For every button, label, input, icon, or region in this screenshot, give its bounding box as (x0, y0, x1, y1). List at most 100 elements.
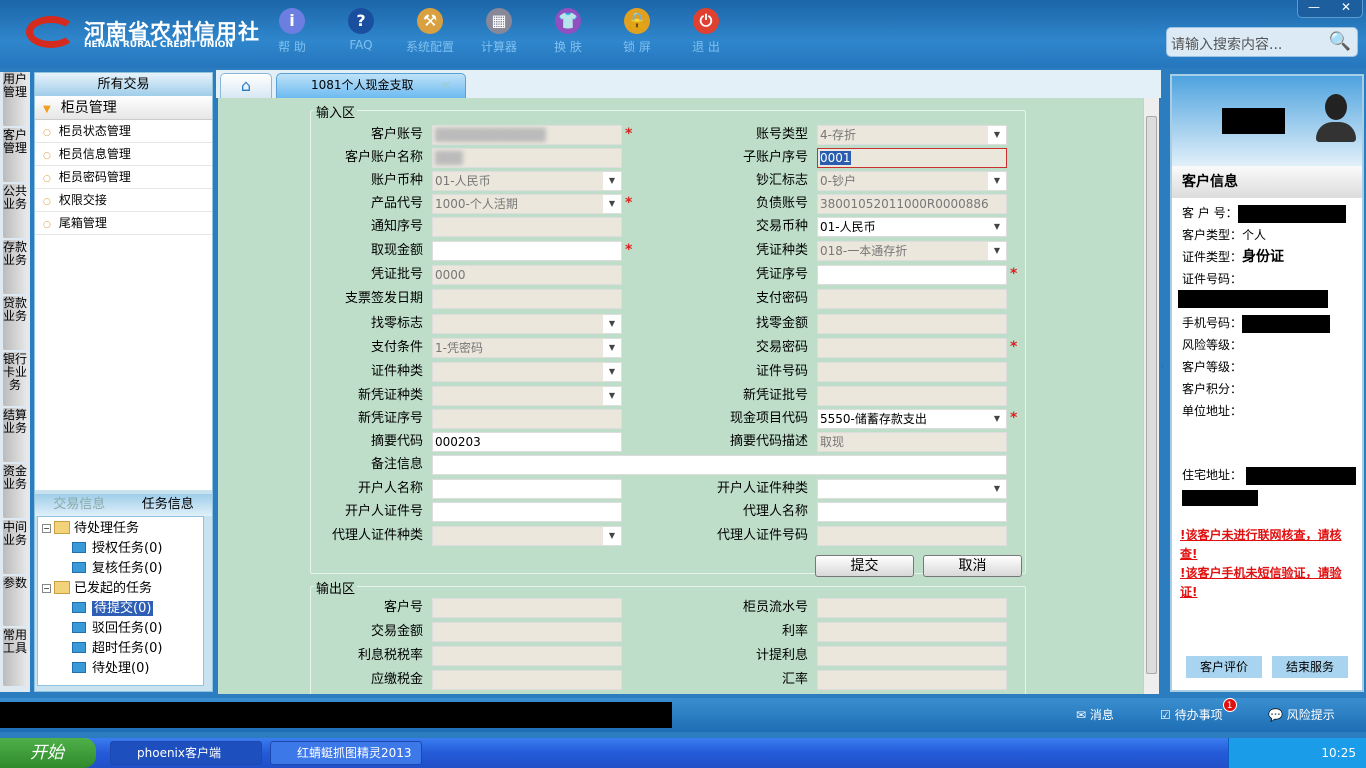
input-field[interactable] (432, 241, 622, 261)
input-field[interactable]: 38001052011000R0000886 (817, 194, 1007, 214)
tab-task-info[interactable]: 任务信息 (124, 494, 213, 516)
taskbar-app-phoenix[interactable]: phoenix客户端 (110, 741, 262, 765)
toolbar-shirt-button[interactable]: 👕 换 肤 (538, 8, 598, 55)
customer-rating-button[interactable]: 客户评价 (1186, 656, 1262, 678)
input-field[interactable]: 0000 (432, 265, 622, 285)
select-field[interactable]: 0-钞户 ▼ (817, 171, 1007, 191)
todo-button[interactable]: ☑ 待办事项 1 (1160, 698, 1237, 723)
vtab-10[interactable]: 常用工具 (3, 628, 27, 686)
taskbar-app-screenshot[interactable]: 红蜻蜓抓图精灵2013 (270, 741, 422, 765)
dropdown-arrow-icon[interactable]: ▼ (988, 242, 1006, 260)
tree-item[interactable]: 待提交(0) (42, 599, 199, 619)
transaction-item[interactable]: ○ 柜员信息管理 (35, 143, 212, 166)
tree-item[interactable]: 复核任务(0) (42, 559, 199, 579)
tab-1081-cash-withdrawal[interactable]: 1081个人现金支取 × (276, 73, 466, 98)
select-field[interactable]: 5550-储蓄存款支出 ▼ (817, 409, 1007, 429)
tab-transaction-info[interactable]: 交易信息 (35, 494, 124, 516)
tree-item[interactable]: 待处理(0) (42, 659, 199, 679)
input-field[interactable] (817, 646, 1007, 666)
vtab-4[interactable]: 贷款业务 (3, 296, 27, 350)
toolbar-info-button[interactable]: i 帮 助 (262, 8, 322, 55)
input-field[interactable]: 000203 (432, 432, 622, 452)
dropdown-arrow-icon[interactable]: ▼ (988, 480, 1006, 498)
input-field[interactable] (432, 646, 622, 666)
input-field[interactable] (432, 622, 622, 642)
dropdown-arrow-icon[interactable]: ▼ (603, 339, 621, 357)
select-field[interactable]: ▼ (432, 362, 622, 382)
transaction-item[interactable]: ○ 柜员密码管理 (35, 166, 212, 189)
transaction-item[interactable]: ○ 柜员状态管理 (35, 120, 212, 143)
input-field[interactable] (432, 409, 622, 429)
tree-item[interactable]: 驳回任务(0) (42, 619, 199, 639)
input-field[interactable] (817, 289, 1007, 309)
dropdown-arrow-icon[interactable]: ▼ (603, 527, 621, 545)
scrollbar-thumb[interactable] (1146, 116, 1157, 674)
input-field[interactable] (432, 455, 1007, 475)
customer-warning-link[interactable]: !该客户手机未短信验证，请验证! (1172, 564, 1362, 602)
tree-group[interactable]: − 已发起的任务 (42, 579, 199, 599)
vertical-scrollbar[interactable] (1143, 98, 1159, 694)
input-field[interactable] (432, 289, 622, 309)
select-field[interactable]: 01-人民币 ▼ (432, 171, 622, 191)
dropdown-arrow-icon[interactable]: ▼ (988, 172, 1006, 190)
dropdown-arrow-icon[interactable]: ▼ (603, 387, 621, 405)
input-field[interactable]: ███ (432, 148, 622, 168)
tab-home[interactable]: ⌂ (220, 73, 272, 98)
select-field[interactable]: ▼ (432, 314, 622, 334)
input-field[interactable] (817, 502, 1007, 522)
input-field[interactable]: 取现 (817, 432, 1007, 452)
vtab-9[interactable]: 参数 (3, 576, 27, 626)
transaction-item[interactable]: ○ 权限交接 (35, 189, 212, 212)
input-field[interactable] (432, 479, 622, 499)
close-button[interactable]: ✕ (1330, 0, 1362, 17)
input-field[interactable] (817, 265, 1007, 285)
select-field[interactable]: ▼ (432, 386, 622, 406)
input-field[interactable] (432, 670, 622, 690)
input-field[interactable] (817, 314, 1007, 334)
input-field[interactable] (432, 502, 622, 522)
risk-alert-button[interactable]: 💬 风险提示 (1268, 706, 1335, 723)
select-field[interactable]: 1-凭密码 ▼ (432, 338, 622, 358)
minimize-button[interactable]: — (1298, 0, 1330, 17)
vtab-1[interactable]: 客户管理 (3, 128, 27, 182)
submit-button[interactable]: 提交 (815, 555, 914, 577)
input-field[interactable] (432, 217, 622, 237)
input-field[interactable] (817, 526, 1007, 546)
select-field[interactable]: ▼ (817, 479, 1007, 499)
vtab-0[interactable]: 用户管理 (3, 72, 27, 126)
dropdown-arrow-icon[interactable]: ▼ (603, 195, 621, 213)
category-teller-management[interactable]: ▼ 柜员管理 (35, 96, 212, 120)
toolbar-calculator-button[interactable]: ▦ 计算器 (469, 8, 529, 55)
dropdown-arrow-icon[interactable]: ▼ (603, 315, 621, 333)
transaction-item[interactable]: ○ 尾箱管理 (35, 212, 212, 235)
end-service-button[interactable]: 结束服务 (1272, 656, 1348, 678)
vtab-2[interactable]: 公共业务 (3, 184, 27, 238)
vtab-6[interactable]: 结算业务 (3, 408, 27, 462)
select-field[interactable]: 018-一本通存折 ▼ (817, 241, 1007, 261)
start-button[interactable]: 开始 (0, 738, 96, 768)
toolbar-question-button[interactable]: ? FAQ (331, 8, 391, 52)
select-field[interactable]: ▼ (432, 526, 622, 546)
select-field[interactable]: 4-存折 ▼ (817, 125, 1007, 145)
dropdown-arrow-icon[interactable]: ▼ (603, 172, 621, 190)
toolbar-toolbox-button[interactable]: ⚒ 系统配置 (400, 8, 460, 55)
dropdown-arrow-icon[interactable]: ▼ (988, 410, 1006, 428)
input-field[interactable] (817, 670, 1007, 690)
customer-warning-link[interactable]: !该客户未进行联网核查，请核查! (1172, 526, 1362, 564)
search-input[interactable]: 请输入搜索内容... 🔍 (1166, 27, 1358, 57)
search-icon[interactable]: 🔍 (1329, 31, 1351, 52)
dropdown-arrow-icon[interactable]: ▼ (988, 218, 1006, 236)
input-field[interactable] (817, 362, 1007, 382)
cancel-button[interactable]: 取消 (923, 555, 1022, 577)
dropdown-arrow-icon[interactable]: ▼ (603, 363, 621, 381)
input-field[interactable] (817, 386, 1007, 406)
input-field[interactable] (817, 598, 1007, 618)
tree-item[interactable]: 授权任务(0) (42, 539, 199, 559)
vtab-8[interactable]: 中间业务 (3, 520, 27, 574)
vtab-7[interactable]: 资金业务 (3, 464, 27, 518)
input-field[interactable] (432, 598, 622, 618)
dropdown-arrow-icon[interactable]: ▼ (988, 126, 1006, 144)
collapse-icon[interactable]: − (42, 524, 51, 533)
toolbar-power-button[interactable]: ⏻ 退 出 (676, 8, 736, 55)
collapse-panel-icon[interactable]: › (1160, 360, 1164, 373)
